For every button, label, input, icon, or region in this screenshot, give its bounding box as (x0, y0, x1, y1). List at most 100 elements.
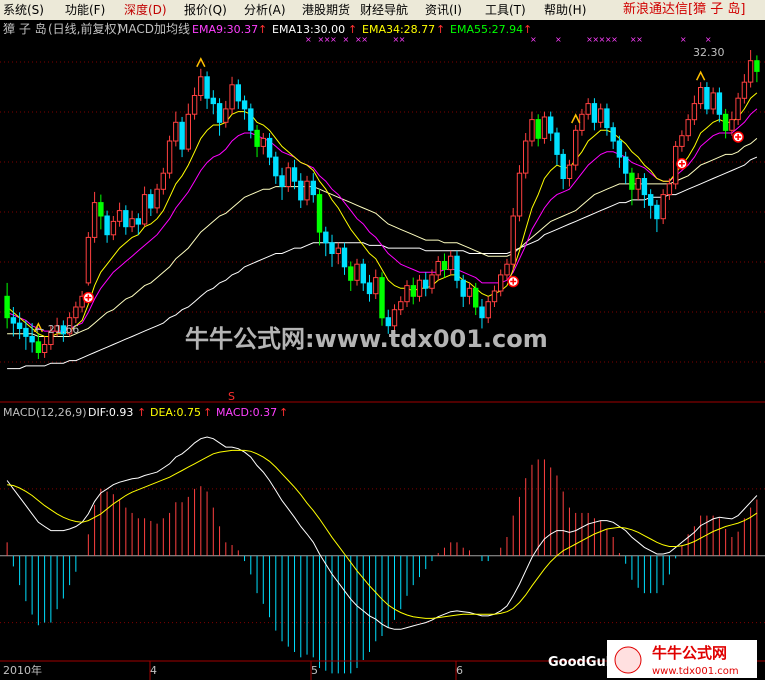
cross-mark: × (530, 35, 537, 44)
candle-body (541, 116, 548, 139)
candle-body (173, 121, 179, 142)
candle-body (616, 140, 623, 158)
candle-body (479, 306, 485, 319)
candle-body (716, 92, 723, 115)
candle-body (573, 129, 579, 166)
candle-body (4, 295, 10, 319)
candle-body (398, 301, 404, 311)
candle-body (304, 180, 310, 201)
stock-chart[interactable]: × × × × × × × × × × × × × × × × × × × × 獐 子 岛 (日线,前复权) MACD… (0, 20, 765, 680)
candle-body (423, 279, 429, 289)
candle-body (391, 309, 398, 327)
cross-mark: × (399, 35, 406, 44)
candle-body (698, 87, 704, 105)
candle-body (741, 81, 748, 99)
candle-body (273, 156, 279, 177)
candle-body (41, 344, 48, 353)
candle-body (504, 263, 510, 276)
cross-mark: × (680, 35, 687, 44)
menu-finance-nav[interactable]: 财经导航 (360, 2, 408, 18)
ema13-legend: EMA13:30.00 (272, 23, 345, 36)
candle-body (310, 180, 317, 196)
time-label-apr: 4 (150, 664, 157, 677)
cross-mark: × (611, 35, 618, 44)
candle-body (10, 317, 17, 324)
candle-body (348, 266, 354, 281)
candle-body (91, 202, 98, 238)
candle-body (104, 215, 110, 236)
candle-body (110, 220, 117, 236)
menu-help[interactable]: 帮助(H) (544, 2, 586, 18)
candle-body (254, 129, 260, 147)
candle-body (466, 287, 473, 297)
candle-body (735, 97, 741, 121)
candle-body (129, 218, 135, 228)
candle-body (235, 84, 242, 102)
candle-body (429, 274, 435, 289)
menu-function[interactable]: 功能(F) (65, 2, 105, 18)
svg-text:↑: ↑ (203, 406, 212, 419)
candle-body (179, 121, 185, 150)
candle-body (654, 204, 660, 220)
candle-body (191, 95, 198, 115)
candle-body (441, 261, 448, 270)
time-label-jun: 6 (456, 664, 463, 677)
dif-value: DIF:0.93 (88, 406, 133, 419)
candle-body (360, 263, 367, 284)
candle-body (404, 285, 410, 303)
sell-marker: S (228, 390, 235, 403)
candle-body (223, 108, 229, 123)
svg-text:↑: ↑ (258, 23, 267, 36)
low-price-label: ← 21.66 (35, 323, 79, 336)
candle-body (460, 279, 466, 297)
cross-mark: × (636, 35, 643, 44)
candle-body (529, 119, 535, 142)
candle-body (747, 60, 754, 83)
candle-body (148, 194, 154, 209)
candle-body (485, 301, 491, 319)
menu-tools[interactable]: 工具(T) (485, 2, 526, 18)
candle-body (729, 119, 735, 131)
candle-body (704, 87, 710, 110)
menu-bar: 系统(S) 功能(F) 深度(D) 报价(Q) 分析(A) 港股期货 财经导航 … (0, 0, 765, 21)
menu-analysis[interactable]: 分析(A) (244, 2, 286, 18)
candle-body (648, 194, 654, 206)
candle-body (248, 108, 254, 131)
candle-body (448, 255, 454, 271)
cross-mark: × (330, 35, 337, 44)
menu-news[interactable]: 资讯(I) (425, 2, 462, 18)
stock-name: 獐 子 岛 (3, 21, 47, 36)
candle-body (260, 137, 267, 147)
period-label: (日线,前复权) (48, 21, 121, 36)
cross-mark: × (555, 35, 562, 44)
cross-mark: × (705, 35, 712, 44)
logo-left-text: GoodGul (548, 655, 610, 670)
svg-text:↑: ↑ (523, 23, 532, 36)
candle-body (354, 263, 360, 281)
time-label-year: 2010年 (3, 663, 42, 677)
candle-body (241, 100, 248, 110)
candle-body (554, 132, 560, 155)
logo-brand: 牛牛公式网 (652, 644, 727, 662)
menu-system[interactable]: 系统(S) (3, 2, 44, 18)
candle-body (29, 336, 35, 343)
candle-body (373, 277, 379, 295)
candle-body (598, 108, 604, 123)
candle-body (316, 194, 323, 233)
menu-quote[interactable]: 报价(Q) (184, 2, 227, 18)
cross-mark: × (305, 35, 312, 44)
menu-hk-futures[interactable]: 港股期货 (302, 2, 350, 18)
candle-body (341, 247, 348, 268)
logo-cow-icon (614, 646, 642, 674)
candle-body (166, 140, 173, 174)
menu-depth[interactable]: 深度(D) (124, 2, 167, 18)
candle-body (198, 76, 204, 96)
candle-body (160, 172, 167, 190)
ema9-legend: EMA9:30.37 (192, 23, 258, 36)
ema34-legend: EMA34:28.77 (362, 23, 435, 36)
cross-mark: × (361, 35, 368, 44)
svg-text:↑: ↑ (279, 406, 288, 419)
candle-body (473, 287, 479, 308)
candle-body (335, 247, 342, 255)
candle-body (548, 116, 554, 134)
